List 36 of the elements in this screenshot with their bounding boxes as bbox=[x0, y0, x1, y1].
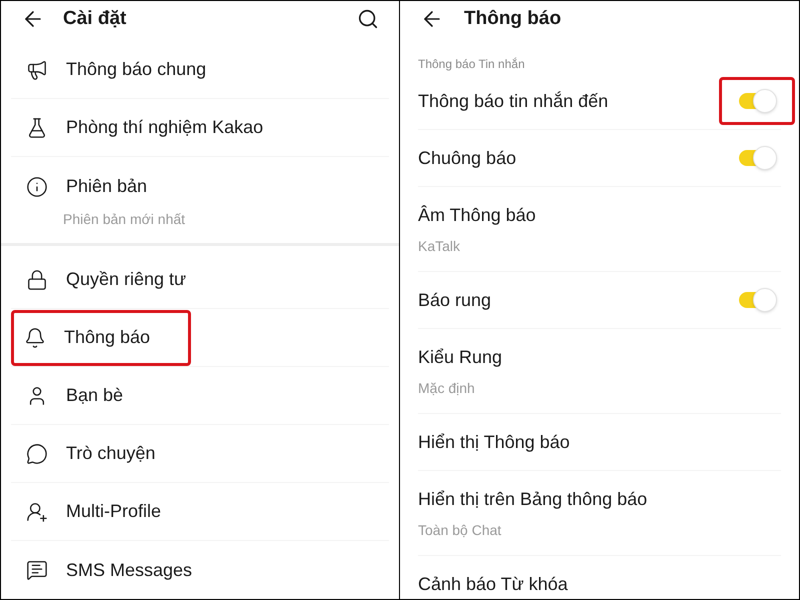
setting-label[interactable]: Chuông báo bbox=[418, 144, 516, 172]
menu-item-subtitle: Phiên bản mới nhất bbox=[62, 210, 186, 229]
setting-label[interactable]: Kiểu Rung bbox=[418, 344, 502, 370]
setting-label[interactable]: Hiển thị trên Bảng thông báo bbox=[418, 486, 648, 512]
setting-label[interactable]: Hiển thị Thông báo bbox=[418, 428, 570, 456]
setting-label[interactable]: Cảnh báo Từ khóa bbox=[418, 570, 568, 598]
setting-label[interactable]: Âm Thông báo bbox=[418, 202, 536, 228]
setting-value: KaTalk bbox=[418, 236, 462, 256]
setting-label[interactable]: Báo rung bbox=[418, 286, 492, 314]
bell-icon bbox=[24, 326, 46, 348]
menu-item-label[interactable]: Multi-Profile bbox=[66, 498, 162, 525]
menu-item-label[interactable]: Thông báo chung bbox=[66, 56, 206, 83]
setting-value: Mặc định bbox=[418, 378, 476, 398]
menu-item-label[interactable]: Thông báo bbox=[64, 324, 150, 351]
menu-item-label[interactable]: Phòng thí nghiệm Kakao bbox=[66, 114, 264, 141]
menu-item-label[interactable]: Trò chuyện bbox=[66, 440, 156, 467]
info-icon bbox=[26, 176, 48, 198]
setting-label[interactable]: Thông báo tin nhắn đến bbox=[418, 88, 608, 114]
setting-value: Toàn bộ Chat bbox=[418, 520, 502, 540]
search-icon[interactable] bbox=[357, 8, 379, 30]
flask-icon bbox=[26, 116, 48, 138]
person-plus-icon bbox=[26, 500, 48, 522]
toggle-switch[interactable] bbox=[737, 146, 777, 170]
menu-item-label[interactable]: Phiên bản bbox=[66, 173, 148, 200]
toggle-switch[interactable] bbox=[737, 288, 777, 312]
menu-item-label[interactable]: SMS Messages bbox=[66, 556, 192, 584]
screen-title: Thông báo bbox=[464, 6, 562, 31]
megaphone-icon bbox=[26, 58, 48, 80]
toggle-switch[interactable] bbox=[737, 89, 777, 113]
section-label: Thông báo Tin nhắn bbox=[418, 56, 525, 73]
menu-item-label[interactable]: Bạn bè bbox=[66, 382, 124, 409]
menu-item-label[interactable]: Quyền riêng tư bbox=[66, 266, 186, 293]
screen-title: Cài đặt bbox=[63, 6, 126, 31]
lock-icon bbox=[26, 268, 48, 290]
message-icon bbox=[26, 559, 48, 581]
speech-bubble-icon bbox=[26, 442, 48, 464]
